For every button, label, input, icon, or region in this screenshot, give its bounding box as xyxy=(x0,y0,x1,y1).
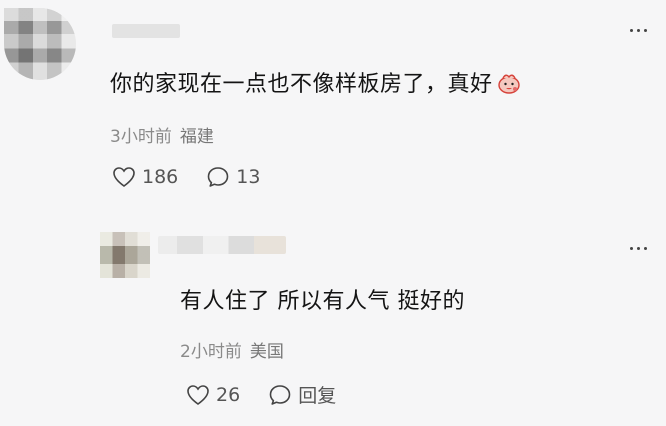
comment-thread: 你的家现在一点也不像样板房了，真好 3小时前 福建 186 13 有人住了 所以… xyxy=(0,0,666,426)
comment-meta: 3小时前 福建 xyxy=(110,122,214,147)
comment-actions: 186 13 xyxy=(112,166,288,188)
comment-meta: 2小时前 美国 xyxy=(180,337,284,362)
comment-location: 福建 xyxy=(179,127,214,147)
heart-icon xyxy=(113,167,135,187)
avatar[interactable] xyxy=(4,8,76,80)
more-options-button[interactable] xyxy=(630,26,650,34)
comment-bubble-icon xyxy=(207,167,229,187)
comment-time: 3小时前 xyxy=(110,127,172,147)
comment-bubble-icon xyxy=(269,384,291,405)
like-button[interactable]: 186 xyxy=(112,166,178,188)
comment-text-content: 你的家现在一点也不像样板房了，真好 xyxy=(110,72,493,97)
comment-text: 你的家现在一点也不像样板房了，真好 xyxy=(110,66,521,98)
reply-count: 13 xyxy=(236,166,261,188)
comment-text: 有人住了 所以有人气 挺好的 xyxy=(180,283,465,315)
sticker-emoji-icon xyxy=(497,74,520,94)
reply-label: 回复 xyxy=(298,385,337,407)
username-blurred[interactable] xyxy=(112,24,180,38)
more-dots-icon xyxy=(630,28,633,32)
like-count: 26 xyxy=(216,383,241,406)
heart-icon xyxy=(187,384,209,405)
comment-actions: 26 回复 xyxy=(186,381,364,408)
like-count: 186 xyxy=(142,166,179,188)
comment-location: 美国 xyxy=(249,342,284,362)
more-options-button[interactable] xyxy=(630,244,650,252)
comment-time: 2小时前 xyxy=(180,342,242,362)
reply-button[interactable]: 13 xyxy=(206,166,260,188)
like-button[interactable]: 26 xyxy=(186,384,240,406)
reply-button[interactable]: 回复 xyxy=(268,381,336,408)
avatar[interactable] xyxy=(100,232,150,278)
username-blurred[interactable] xyxy=(158,236,286,254)
more-dots-icon xyxy=(630,246,633,250)
comment-text-content: 有人住了 所以有人气 挺好的 xyxy=(180,289,465,314)
